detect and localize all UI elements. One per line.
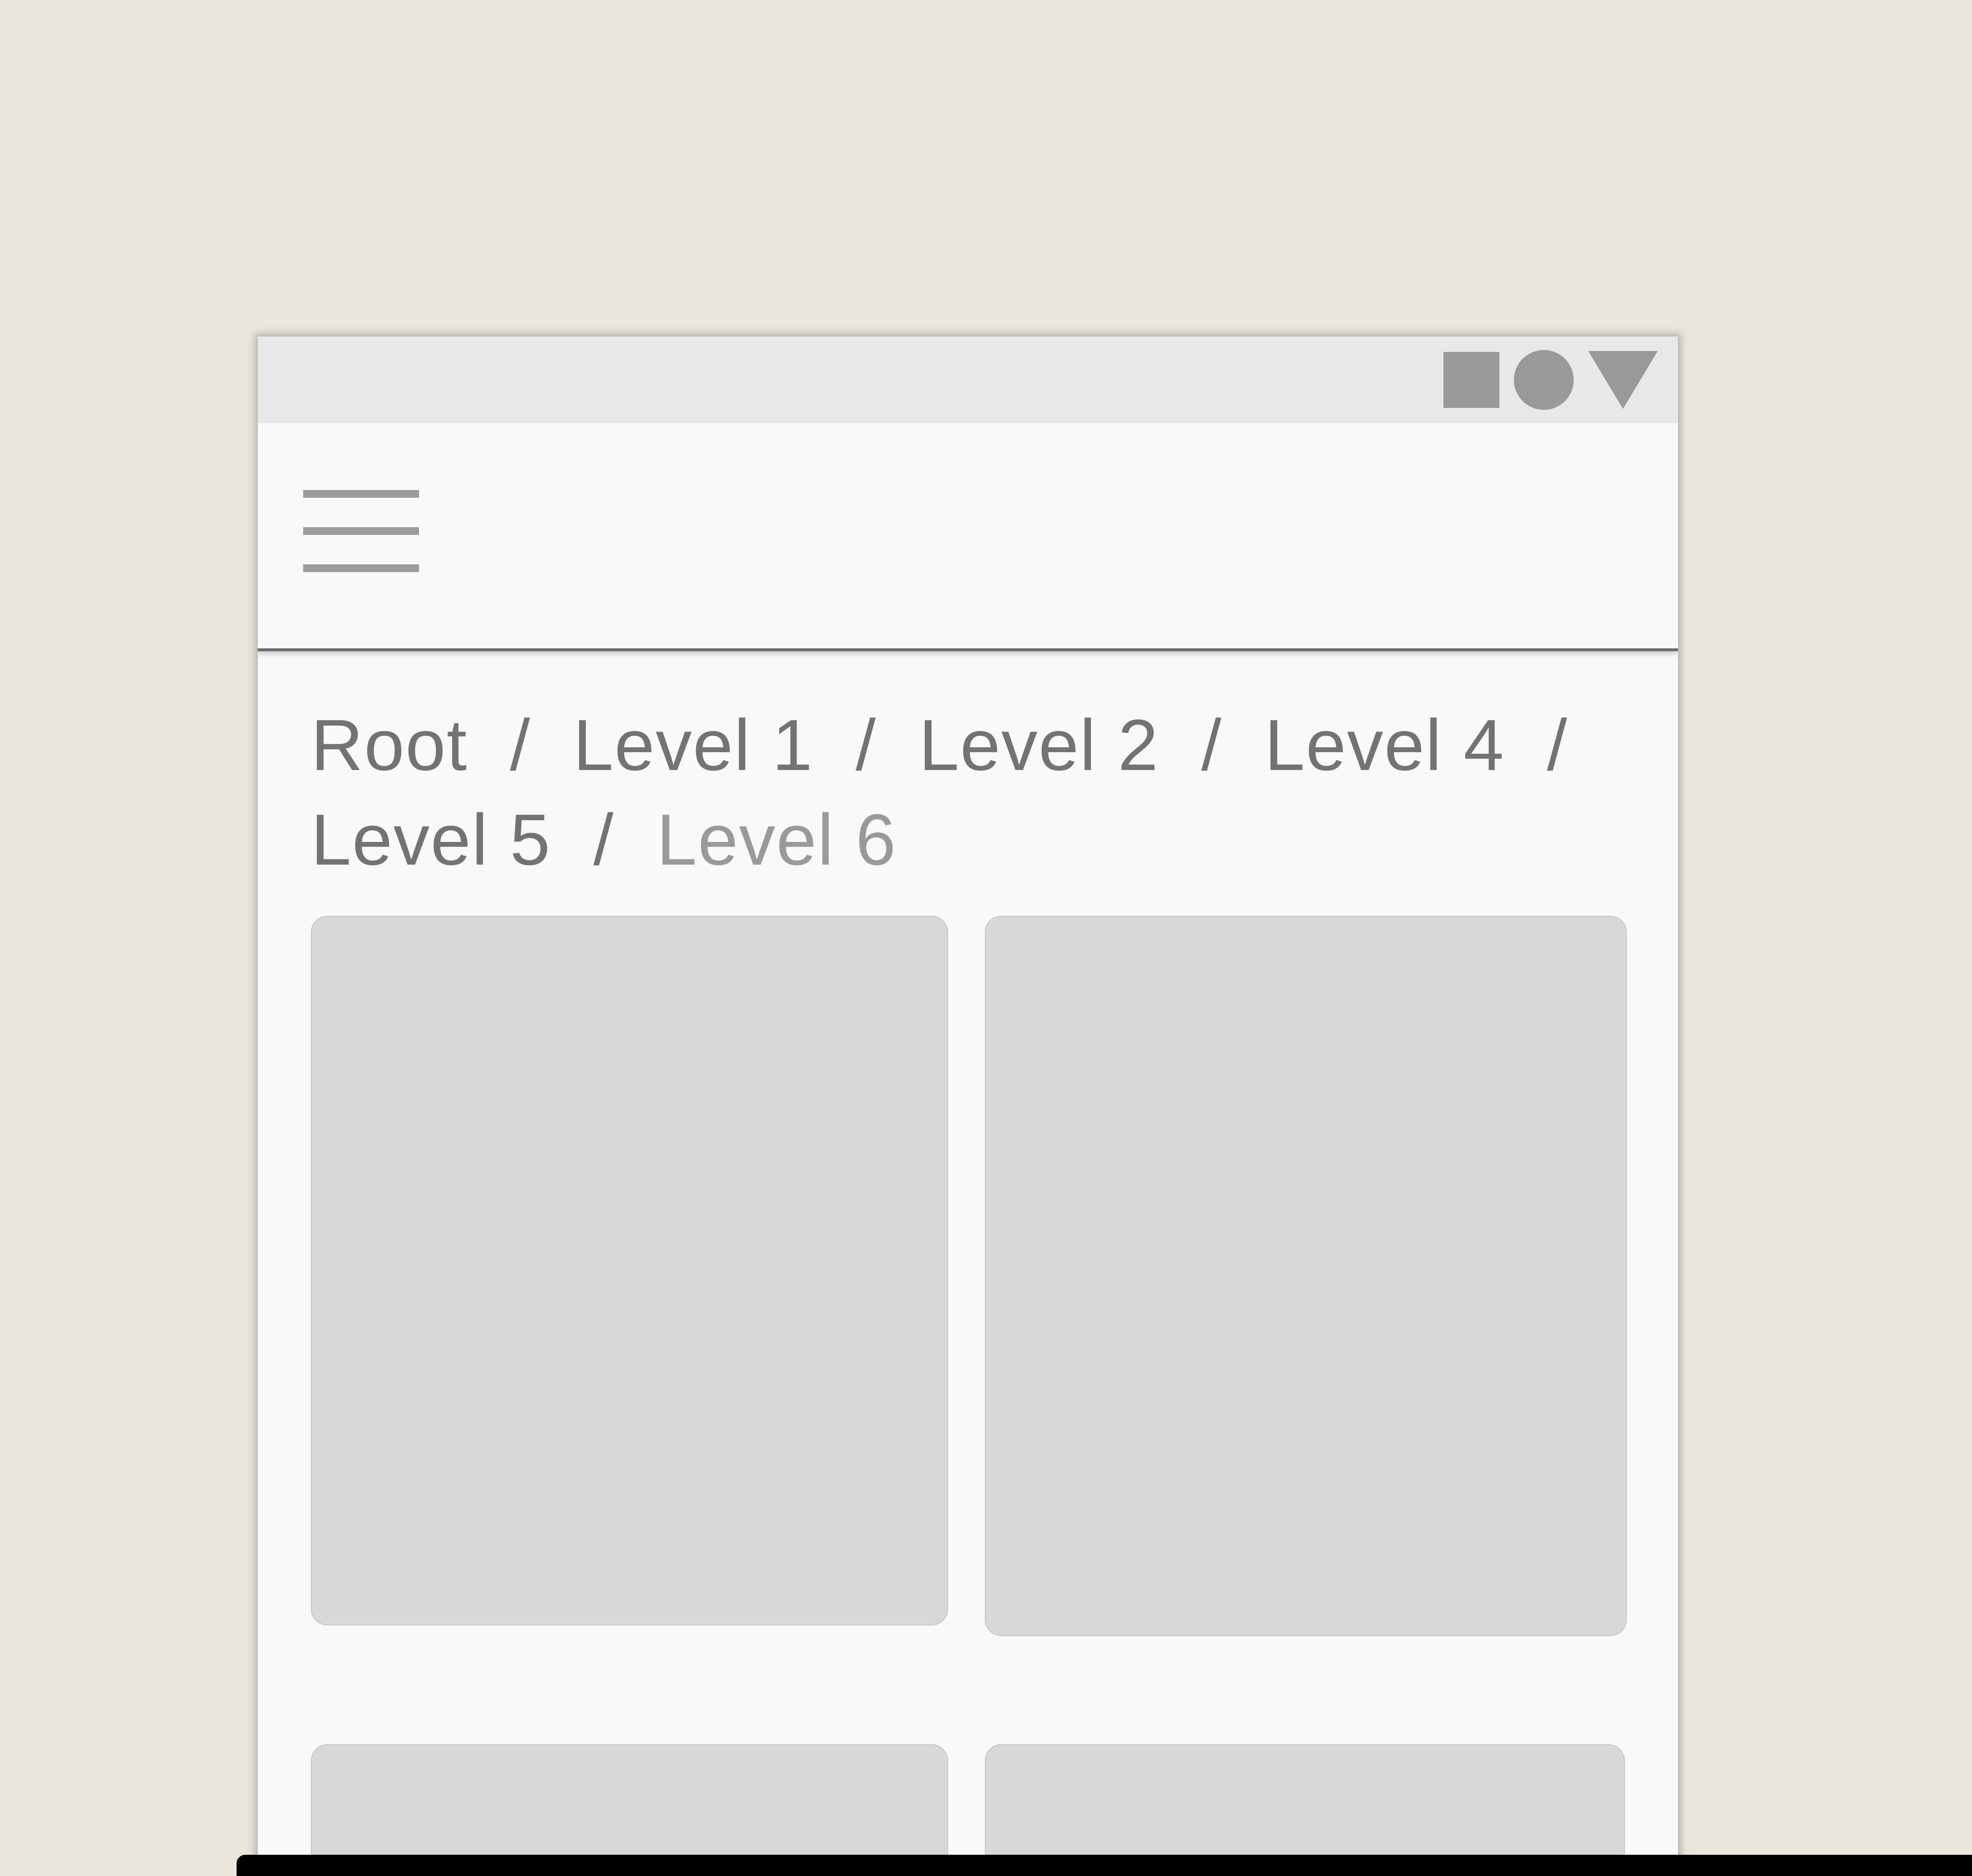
content-card[interactable]: [311, 1744, 948, 1857]
breadcrumb-item-level-1[interactable]: Level 1: [573, 704, 813, 785]
app-bar: [258, 423, 1678, 651]
breadcrumb-separator: /: [1180, 704, 1244, 785]
triangle-icon: [1588, 351, 1658, 409]
content-card[interactable]: [985, 1744, 1625, 1857]
canvas: Root / Level 1 / Level 2 / Level 4 / Lev…: [0, 0, 1972, 1876]
breadcrumb-item-level-2[interactable]: Level 2: [919, 704, 1159, 785]
menu-bar-line: [303, 527, 419, 535]
breadcrumb-separator: /: [572, 799, 636, 880]
status-icons: [1443, 350, 1658, 410]
phone-window: Root / Level 1 / Level 2 / Level 4 / Lev…: [258, 336, 1678, 1857]
breadcrumb: Root / Level 1 / Level 2 / Level 4 / Lev…: [311, 698, 1614, 887]
menu-bar-line: [303, 490, 419, 498]
breadcrumb-separator: /: [489, 704, 552, 785]
square-icon: [1443, 352, 1499, 408]
breadcrumb-separator: /: [834, 704, 898, 785]
menu-bar-line: [303, 564, 419, 572]
breadcrumb-item-level-5[interactable]: Level 5: [311, 799, 551, 880]
circle-icon: [1514, 350, 1574, 410]
content-card[interactable]: [311, 916, 948, 1625]
hamburger-menu-icon[interactable]: [303, 490, 419, 572]
breadcrumb-separator: /: [1525, 704, 1589, 785]
status-bar: [258, 336, 1678, 423]
bottom-edge: [237, 1855, 1972, 1876]
breadcrumb-current: Level 6: [657, 799, 897, 880]
content-card[interactable]: [985, 916, 1627, 1636]
breadcrumb-item-root[interactable]: Root: [311, 704, 468, 785]
breadcrumb-item-level-4[interactable]: Level 4: [1264, 704, 1505, 785]
